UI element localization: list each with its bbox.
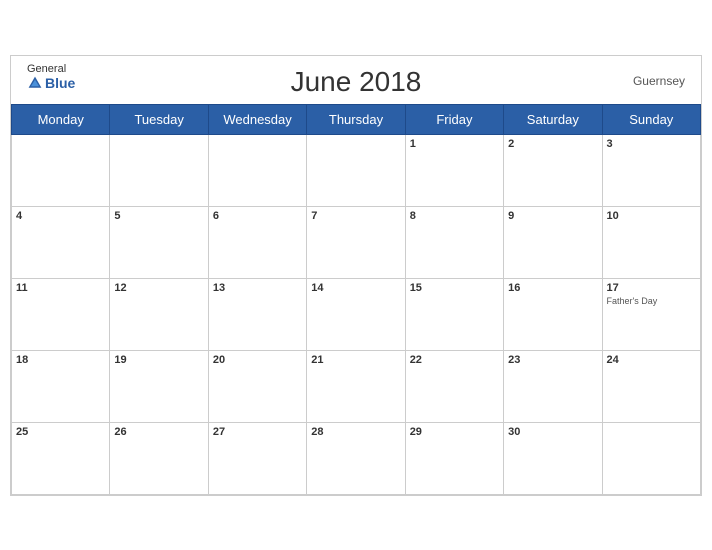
calendar-cell-w1-d7: 3 xyxy=(602,134,700,206)
logo-icon xyxy=(27,75,43,91)
day-number: 22 xyxy=(410,354,499,366)
day-number: 1 xyxy=(410,138,499,150)
day-number: 11 xyxy=(16,282,105,294)
day-number: 8 xyxy=(410,210,499,222)
calendar-cell-w3-d6: 16 xyxy=(504,278,602,350)
calendar-title: June 2018 xyxy=(291,66,422,98)
logo-blue-text: Blue xyxy=(27,75,75,91)
calendar-cell-w2-d3: 6 xyxy=(208,206,306,278)
logo: General Blue xyxy=(27,64,75,91)
day-number: 3 xyxy=(607,138,696,150)
weekday-header-row: Monday Tuesday Wednesday Thursday Friday… xyxy=(12,104,701,134)
day-number: 19 xyxy=(114,354,203,366)
calendar-cell-w1-d2 xyxy=(110,134,208,206)
calendar-cell-w2-d5: 8 xyxy=(405,206,503,278)
day-number: 13 xyxy=(213,282,302,294)
calendar-cell-w4-d2: 19 xyxy=(110,350,208,422)
calendar-cell-w2-d4: 7 xyxy=(307,206,405,278)
calendar-container: General Blue June 2018 Guernsey Monday T… xyxy=(10,55,702,496)
header-monday: Monday xyxy=(12,104,110,134)
calendar-cell-w4-d3: 20 xyxy=(208,350,306,422)
calendar-cell-w1-d6: 2 xyxy=(504,134,602,206)
calendar-cell-w4-d6: 23 xyxy=(504,350,602,422)
calendar-cell-w1-d1 xyxy=(12,134,110,206)
calendar-cell-w5-d1: 25 xyxy=(12,422,110,494)
day-number: 28 xyxy=(311,426,400,438)
header-tuesday: Tuesday xyxy=(110,104,208,134)
day-number: 24 xyxy=(607,354,696,366)
week-row-2: 456789 10 xyxy=(12,206,701,278)
day-number: 27 xyxy=(213,426,302,438)
header-friday: Friday xyxy=(405,104,503,134)
day-number: 14 xyxy=(311,282,400,294)
calendar-cell-w4-d7: 24 xyxy=(602,350,700,422)
day-number: 15 xyxy=(410,282,499,294)
calendar-cell-w1-d4 xyxy=(307,134,405,206)
header-saturday: Saturday xyxy=(504,104,602,134)
calendar-cell-w5-d7 xyxy=(602,422,700,494)
calendar-cell-w3-d3: 13 xyxy=(208,278,306,350)
calendar-cell-w5-d6: 30 xyxy=(504,422,602,494)
day-number: 20 xyxy=(213,354,302,366)
country-label: Guernsey xyxy=(633,74,685,88)
calendar-cell-w2-d6: 9 xyxy=(504,206,602,278)
day-number: 25 xyxy=(16,426,105,438)
header-thursday: Thursday xyxy=(307,104,405,134)
calendar-cell-w5-d2: 26 xyxy=(110,422,208,494)
week-row-1: 123 xyxy=(12,134,701,206)
calendar-cell-w4-d4: 21 xyxy=(307,350,405,422)
calendar-cell-w1-d3 xyxy=(208,134,306,206)
day-number: 10 xyxy=(607,210,696,222)
calendar-cell-w3-d2: 12 xyxy=(110,278,208,350)
calendar-cell-w4-d5: 22 xyxy=(405,350,503,422)
day-number: 26 xyxy=(114,426,203,438)
week-row-3: 11 12 13 14 15 16 17 Father's Day xyxy=(12,278,701,350)
header-sunday: Sunday xyxy=(602,104,700,134)
day-number: 4 xyxy=(16,210,105,222)
calendar-cell-w5-d5: 29 xyxy=(405,422,503,494)
calendar-cell-w5-d3: 27 xyxy=(208,422,306,494)
calendar-cell-w1-d5: 1 xyxy=(405,134,503,206)
header-wednesday: Wednesday xyxy=(208,104,306,134)
calendar-cell-w5-d4: 28 xyxy=(307,422,405,494)
calendar-cell-w2-d2: 5 xyxy=(110,206,208,278)
calendar-cell-w4-d1: 18 xyxy=(12,350,110,422)
calendar-cell-w2-d1: 4 xyxy=(12,206,110,278)
day-number: 29 xyxy=(410,426,499,438)
calendar-cell-w3-d1: 11 xyxy=(12,278,110,350)
day-number: 30 xyxy=(508,426,597,438)
day-number: 23 xyxy=(508,354,597,366)
day-number: 5 xyxy=(114,210,203,222)
calendar-header: General Blue June 2018 Guernsey xyxy=(11,56,701,104)
week-row-5: 25 26 27 28 29 30 xyxy=(12,422,701,494)
day-number: 12 xyxy=(114,282,203,294)
day-number: 2 xyxy=(508,138,597,150)
calendar-cell-w2-d7: 10 xyxy=(602,206,700,278)
day-number: 6 xyxy=(213,210,302,222)
day-number: 17 xyxy=(607,282,696,294)
week-row-4: 18 19 20 21 22 23 24 xyxy=(12,350,701,422)
day-number: 18 xyxy=(16,354,105,366)
calendar-cell-w3-d5: 15 xyxy=(405,278,503,350)
calendar-grid: Monday Tuesday Wednesday Thursday Friday… xyxy=(11,104,701,495)
calendar-cell-w3-d7: 17 Father's Day xyxy=(602,278,700,350)
day-number: 21 xyxy=(311,354,400,366)
event-label: Father's Day xyxy=(607,296,696,306)
logo-general-text: General xyxy=(27,64,66,75)
calendar-cell-w3-d4: 14 xyxy=(307,278,405,350)
day-number: 16 xyxy=(508,282,597,294)
day-number: 9 xyxy=(508,210,597,222)
day-number: 7 xyxy=(311,210,400,222)
